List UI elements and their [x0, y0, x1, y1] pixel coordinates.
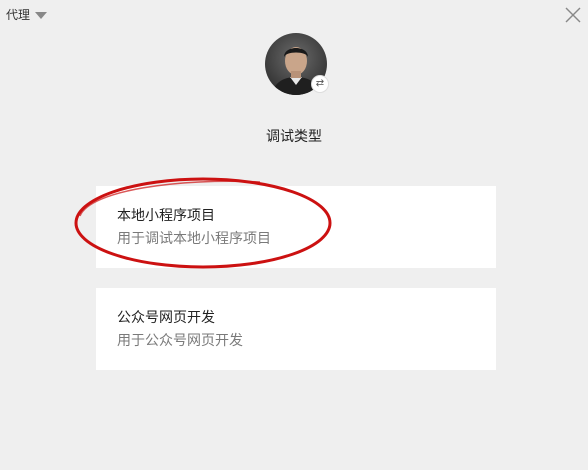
proxy-label: 代理 — [6, 8, 31, 22]
option-official-account-web[interactable]: 公众号网页开发 用于公众号网页开发 — [96, 288, 496, 370]
option-description: 用于调试本地小程序项目 — [117, 231, 271, 247]
switch-account-icon[interactable]: ⇄ — [311, 75, 329, 93]
avatar-container[interactable]: ⇄ — [265, 33, 329, 95]
chevron-down-icon — [35, 11, 48, 19]
close-icon[interactable] — [564, 6, 582, 24]
option-title: 本地小程序项目 — [117, 208, 215, 224]
page-title: 调试类型 — [266, 129, 322, 145]
option-description: 用于公众号网页开发 — [117, 333, 243, 349]
proxy-dropdown[interactable]: 代理 — [6, 6, 48, 23]
option-title: 公众号网页开发 — [117, 310, 215, 326]
option-local-miniprogram[interactable]: 本地小程序项目 用于调试本地小程序项目 — [96, 186, 496, 268]
